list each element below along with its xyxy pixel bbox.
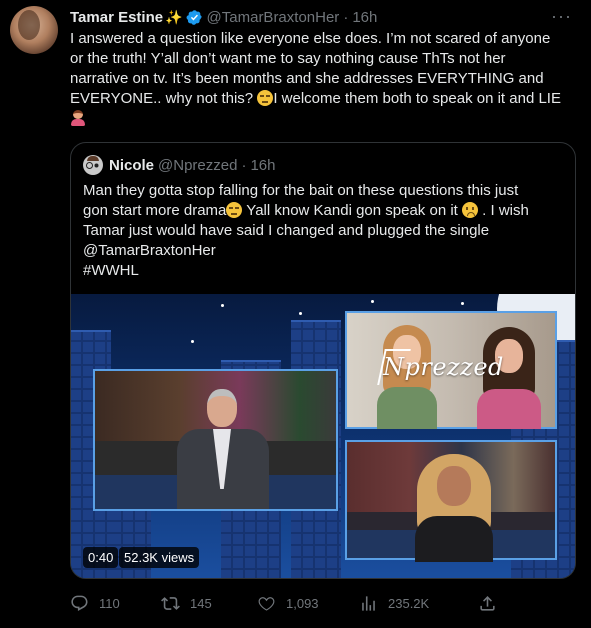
host-video-panel <box>93 369 338 511</box>
quoted-tweet-header: Nicole @Nprezzed · 16h <box>83 155 275 175</box>
tweet-actions: 110 145 1,093 235.2K <box>70 592 510 614</box>
quoted-author-handle[interactable]: @Nprezzed <box>158 157 237 174</box>
tweet: Tamar Estine ✨ @TamarBraxtonHer · 16h ··… <box>70 6 580 129</box>
reply-button[interactable]: 110 <box>70 592 120 614</box>
video-player[interactable]: Nprezzed 0:40 52.3K views <box>71 294 575 578</box>
quoted-author-avatar[interactable] <box>83 155 103 175</box>
tweet-text-part2: I welcome them both to speak on it and L… <box>273 90 561 107</box>
separator-dot: · <box>343 8 349 26</box>
video-duration-badge: 0:40 <box>83 547 119 568</box>
star-graphic <box>461 302 464 305</box>
quoted-text-line: gon start more drama Yall know Kandi gon… <box>83 201 563 221</box>
quoted-text-segment: Yall know Kandi gon speak on it <box>242 202 462 219</box>
quoted-text-segment: . I wish <box>478 202 529 219</box>
retweet-count: 145 <box>190 595 212 611</box>
quoted-tweet-text: Man they gotta stop falling for the bait… <box>83 181 563 281</box>
separator-dot: · <box>241 156 247 174</box>
star-graphic <box>221 304 224 307</box>
unamused-face-icon <box>226 202 243 218</box>
guest-figure <box>409 454 499 562</box>
sparkles-emoji: ✨ <box>165 8 183 25</box>
host-figure <box>173 389 273 509</box>
tweet-timestamp[interactable]: 16h <box>352 9 377 26</box>
heart-icon <box>258 596 275 611</box>
author-name[interactable]: Tamar Estine <box>70 9 163 26</box>
like-count: 1,093 <box>286 595 319 611</box>
hashtag-link[interactable]: #WWHL <box>83 261 563 281</box>
star-graphic <box>299 312 302 315</box>
share-icon <box>480 595 495 611</box>
star-graphic <box>371 300 374 303</box>
star-graphic <box>191 340 194 343</box>
worried-face-icon <box>462 202 478 218</box>
tweet-text: I answered a question like everyone else… <box>70 29 565 129</box>
author-handle[interactable]: @TamarBraxtonHer <box>207 9 340 26</box>
retweet-icon <box>161 596 180 610</box>
guest-video-panel: Nprezzed <box>345 311 557 429</box>
quoted-text-line: Tamar just would have said I changed and… <box>83 222 490 239</box>
video-watermark: Nprezzed <box>383 353 504 381</box>
person-facepalming-icon <box>70 110 86 126</box>
reply-icon <box>71 595 88 611</box>
tweet-header: Tamar Estine ✨ @TamarBraxtonHer · 16h <box>70 6 580 28</box>
views-button[interactable]: 235.2K <box>359 592 429 614</box>
verified-badge-icon <box>186 9 202 25</box>
share-button[interactable] <box>478 592 507 614</box>
quoted-tweet[interactable]: Nicole @Nprezzed · 16h Man they gotta st… <box>70 142 576 579</box>
mention-link[interactable]: @TamarBraxtonHer <box>83 241 563 261</box>
view-count: 235.2K <box>388 595 430 611</box>
guest-video-panel <box>345 440 557 562</box>
views-chart-icon <box>362 595 375 611</box>
retweet-button[interactable]: 145 <box>161 592 212 614</box>
quoted-tweet-timestamp[interactable]: 16h <box>250 157 275 174</box>
quoted-text-segment: gon start more drama <box>83 202 227 219</box>
reply-count: 110 <box>99 595 120 611</box>
like-button[interactable]: 1,093 <box>257 592 319 614</box>
more-options-icon[interactable]: ··· <box>551 6 572 27</box>
unamused-face-icon <box>257 90 274 106</box>
author-avatar[interactable] <box>10 6 58 54</box>
quoted-text-line: Man they gotta stop falling for the bait… <box>83 182 519 199</box>
quoted-author-name[interactable]: Nicole <box>109 157 154 174</box>
video-views-badge: 52.3K views <box>119 547 200 568</box>
